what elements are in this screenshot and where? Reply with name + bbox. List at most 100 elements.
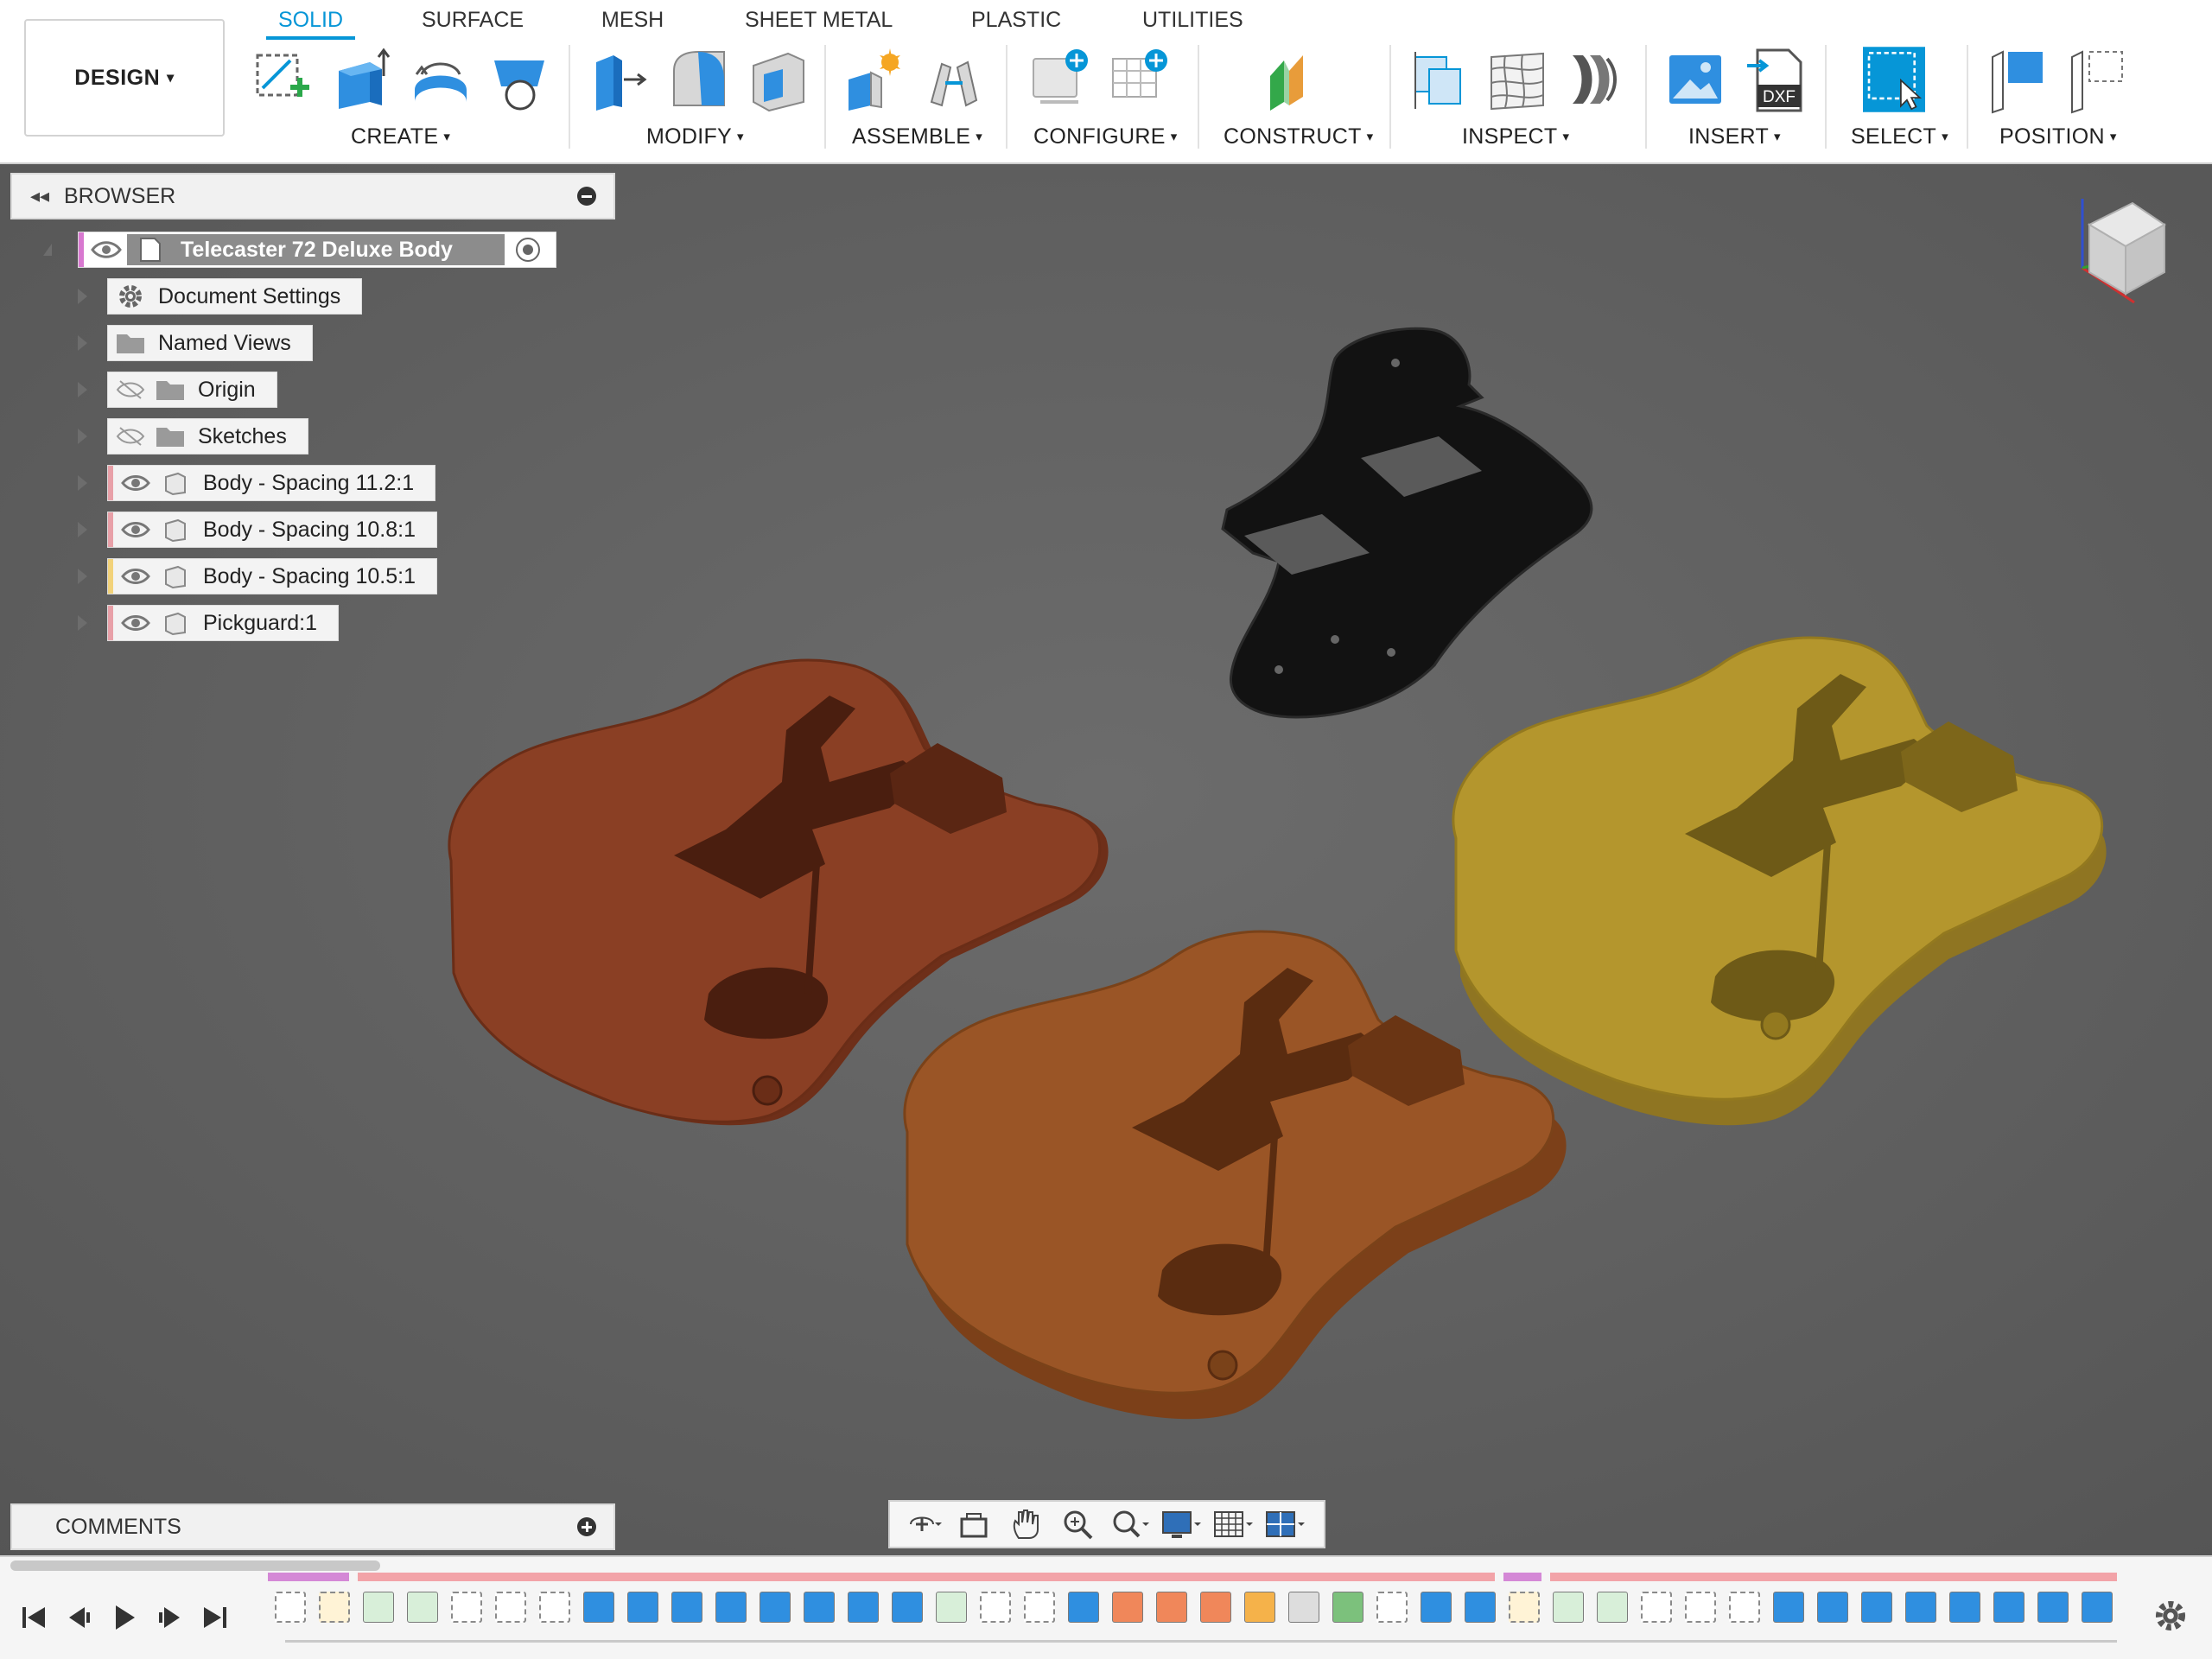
shell-icon[interactable] xyxy=(747,45,809,114)
zebra-analysis-icon[interactable] xyxy=(1486,45,1548,114)
timeline-feature-icon[interactable] xyxy=(1244,1592,1275,1623)
tree-expander[interactable] xyxy=(78,475,87,491)
insert-dxf-icon[interactable]: DXF xyxy=(1744,45,1806,114)
create-sketch-icon[interactable] xyxy=(251,45,313,114)
timeline-feature-icon[interactable] xyxy=(495,1592,526,1623)
tree-expander[interactable] xyxy=(78,569,87,584)
timeline-feature-icon[interactable] xyxy=(1068,1592,1099,1623)
tab-mesh[interactable]: MESH xyxy=(589,5,676,40)
timeline-feature-icon[interactable] xyxy=(1993,1592,2024,1623)
browser-item-origin[interactable]: Origin xyxy=(107,372,277,408)
timeline-feature-icon[interactable] xyxy=(1729,1592,1760,1623)
timeline-feature-icon[interactable] xyxy=(1156,1592,1187,1623)
timeline-scrollbar[interactable] xyxy=(10,1560,380,1571)
timeline-feature-icon[interactable] xyxy=(1861,1592,1892,1623)
step-forward-icon[interactable] xyxy=(152,1600,187,1635)
sweep-icon[interactable] xyxy=(489,45,551,114)
timeline-feature-icon[interactable] xyxy=(1949,1592,1980,1623)
tab-plastic[interactable]: PLASTIC xyxy=(959,5,1073,40)
timeline-feature-icon[interactable] xyxy=(627,1592,658,1623)
create-menu[interactable]: CREATE ▾ xyxy=(351,124,450,149)
timeline-feature-icon[interactable] xyxy=(1685,1592,1716,1623)
timeline-feature-icon[interactable] xyxy=(539,1592,570,1623)
position-menu[interactable]: POSITION ▾ xyxy=(1999,124,2117,149)
timeline-feature-icon[interactable] xyxy=(1376,1592,1408,1623)
timeline-feature-icon[interactable] xyxy=(2082,1592,2113,1623)
timeline-feature-icon[interactable] xyxy=(892,1592,923,1623)
activate-radio-icon[interactable] xyxy=(513,235,543,264)
timeline-feature-icon[interactable] xyxy=(451,1592,482,1623)
design-workspace-button[interactable]: DESIGN ▾ xyxy=(24,19,225,137)
timeline-feature-icon[interactable] xyxy=(319,1592,350,1623)
eye-icon[interactable] xyxy=(118,515,153,544)
timeline-feature-icon[interactable] xyxy=(980,1592,1011,1623)
tab-solid[interactable]: SOLID xyxy=(266,5,356,40)
fillet-icon[interactable] xyxy=(667,45,729,114)
tree-expander[interactable] xyxy=(78,289,87,304)
browser-item-sketches[interactable]: Sketches xyxy=(107,418,308,454)
timeline-feature-icon[interactable] xyxy=(804,1592,835,1623)
go-to-end-icon[interactable] xyxy=(197,1600,232,1635)
comments-panel-header[interactable]: COMMENTS xyxy=(10,1503,615,1550)
joint-icon[interactable] xyxy=(923,45,985,114)
settings-icon[interactable] xyxy=(2152,1597,2190,1635)
browser-item-document-settings[interactable]: Document Settings xyxy=(107,278,363,315)
new-component-icon[interactable] xyxy=(843,45,906,114)
browser-root-node[interactable]: Telecaster 72 Deluxe Body xyxy=(78,232,556,268)
revolve-icon[interactable] xyxy=(410,45,472,114)
timeline-feature-icon[interactable] xyxy=(1421,1592,1452,1623)
tree-expander[interactable] xyxy=(78,522,87,537)
select-icon[interactable] xyxy=(1863,45,1934,119)
offset-plane-icon[interactable] xyxy=(1263,45,1325,114)
timeline-feature-icon[interactable] xyxy=(760,1592,791,1623)
browser-item-body-10-5[interactable]: Body - Spacing 10.5:1 xyxy=(107,558,437,594)
look-at-icon[interactable] xyxy=(950,1505,997,1543)
timeline-feature-icon[interactable] xyxy=(1024,1592,1055,1623)
browser-item-pickguard[interactable]: Pickguard:1 xyxy=(107,605,340,641)
tab-sheet-metal[interactable]: SHEET METAL xyxy=(733,5,905,40)
construct-menu[interactable]: CONSTRUCT ▾ xyxy=(1224,124,1373,149)
timeline-feature-icon[interactable] xyxy=(848,1592,879,1623)
timeline-feature-icon[interactable] xyxy=(1200,1592,1231,1623)
grid-icon[interactable] xyxy=(1210,1505,1256,1543)
browser-item-named-views[interactable]: Named Views xyxy=(107,325,313,361)
timeline-feature-icon[interactable] xyxy=(1332,1592,1363,1623)
extrude-icon[interactable] xyxy=(330,45,392,114)
timeline-feature-icon[interactable] xyxy=(407,1592,438,1623)
timeline-feature-icon[interactable] xyxy=(1905,1592,1936,1623)
display-settings-icon[interactable] xyxy=(1158,1505,1205,1543)
press-pull-icon[interactable] xyxy=(588,45,650,114)
eye-icon[interactable] xyxy=(118,562,153,591)
eye-icon[interactable] xyxy=(118,468,153,498)
tree-expander[interactable] xyxy=(78,335,87,351)
timeline-feature-icon[interactable] xyxy=(715,1592,747,1623)
revert-position-icon[interactable] xyxy=(2067,45,2129,114)
orbit-icon[interactable] xyxy=(899,1505,945,1543)
configure-menu[interactable]: CONFIGURE ▾ xyxy=(1033,124,1178,149)
modify-menu[interactable]: MODIFY ▾ xyxy=(646,124,744,149)
viewports-icon[interactable] xyxy=(1262,1505,1308,1543)
tree-expander[interactable] xyxy=(78,429,87,444)
timeline-feature-icon[interactable] xyxy=(1112,1592,1143,1623)
minimize-panel-icon[interactable] xyxy=(577,187,596,206)
view-cube[interactable] xyxy=(2074,190,2169,311)
eye-hidden-icon[interactable] xyxy=(113,422,148,451)
timeline-feature-icon[interactable] xyxy=(1641,1592,1672,1623)
timeline-feature-icon[interactable] xyxy=(1509,1592,1540,1623)
curvature-analysis-icon[interactable] xyxy=(1566,45,1628,114)
timeline-feature-icon[interactable] xyxy=(1773,1592,1804,1623)
timeline-feature-icon[interactable] xyxy=(583,1592,614,1623)
timeline-feature-icon[interactable] xyxy=(2037,1592,2069,1623)
collapse-panel-icon[interactable]: ◂◂ xyxy=(22,185,57,207)
select-menu[interactable]: SELECT ▾ xyxy=(1851,124,1948,149)
capture-position-icon[interactable] xyxy=(1987,45,2050,114)
insert-image-icon[interactable] xyxy=(1664,45,1726,114)
timeline-track[interactable] xyxy=(268,1573,2117,1643)
timeline-feature-icon[interactable] xyxy=(1553,1592,1584,1623)
step-back-icon[interactable] xyxy=(62,1600,97,1635)
pan-icon[interactable] xyxy=(1002,1505,1049,1543)
timeline-feature-icon[interactable] xyxy=(936,1592,967,1623)
assemble-menu[interactable]: ASSEMBLE ▾ xyxy=(852,124,982,149)
configuration-table-icon[interactable] xyxy=(1108,45,1170,114)
eye-icon[interactable] xyxy=(118,608,153,638)
